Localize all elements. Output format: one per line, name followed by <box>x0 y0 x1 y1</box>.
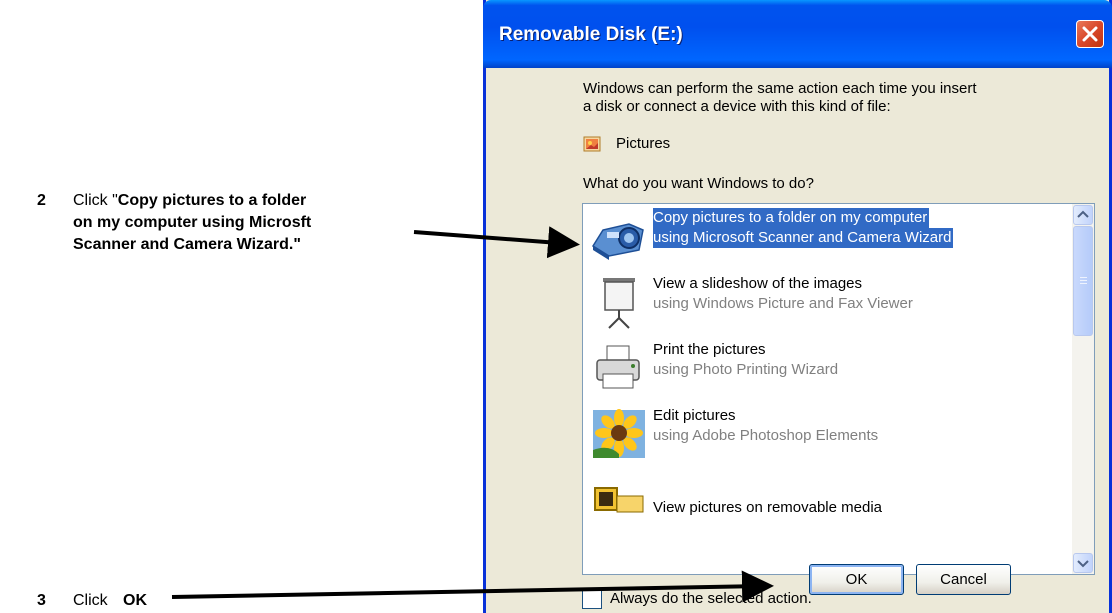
item-subtitle: using Microsoft Scanner and Camera Wizar… <box>653 228 954 248</box>
item-title: View pictures on removable media <box>653 499 883 516</box>
item-subtitle: using Photo Printing Wizard <box>653 361 839 378</box>
title-bar[interactable]: Removable Disk (E:) <box>483 0 1112 68</box>
always-do-checkbox[interactable] <box>582 589 602 609</box>
list-item-copy-pictures[interactable]: Copy pictures to a folder on my computer… <box>583 204 1058 268</box>
file-type-label: Pictures <box>616 135 671 152</box>
camera-wizard-icon <box>591 223 644 260</box>
chevron-up-icon <box>1077 210 1089 218</box>
item-subtitle: using Windows Picture and Fax Viewer <box>653 295 913 312</box>
sunflower-icon <box>593 409 645 458</box>
step-2-bold-line1: Copy pictures to a folder <box>117 192 307 209</box>
list-item-slideshow[interactable]: View a slideshow of the images using Win… <box>583 270 1058 334</box>
grip-line <box>1080 283 1087 284</box>
grip-line <box>1080 277 1087 278</box>
item-title: Print the pictures <box>653 341 766 358</box>
scroll-up-button[interactable] <box>1073 205 1093 225</box>
item-subtitle: using Adobe Photoshop Elements <box>653 427 879 444</box>
item-title: Copy pictures to a folder on my computer <box>653 208 930 228</box>
scroll-down-button[interactable] <box>1073 553 1093 573</box>
scroll-thumb[interactable] <box>1073 226 1093 336</box>
cancel-button[interactable]: Cancel <box>916 564 1011 595</box>
close-icon <box>1082 26 1098 42</box>
action-list[interactable]: Copy pictures to a folder on my computer… <box>582 203 1095 575</box>
step-3-prefix: Click <box>73 592 108 609</box>
pictures-icon <box>583 136 601 152</box>
step-2-number: 2 <box>37 192 46 209</box>
step-2-text: Click "Copy pictures to a folder <box>73 191 306 211</box>
list-item-print[interactable]: Print the pictures using Photo Printing … <box>583 336 1058 400</box>
intro-line-2: a disk or connect a device with this kin… <box>583 98 891 115</box>
intro-text: Windows can perform the same action each… <box>583 80 1083 116</box>
list-item-edit-pictures[interactable]: Edit pictures using Adobe Photoshop Elem… <box>583 402 1058 466</box>
dialog-content: Windows can perform the same action each… <box>486 68 1109 613</box>
step-2-prefix: Click " <box>73 192 118 209</box>
removable-disk-dialog: Removable Disk (E:) Windows can perform … <box>483 0 1112 613</box>
step-3-number: 3 <box>37 592 46 609</box>
item-title: Edit pictures <box>653 407 736 424</box>
chevron-down-icon <box>1077 560 1089 568</box>
close-button[interactable] <box>1076 20 1104 48</box>
item-title: View a slideshow of the images <box>653 275 863 292</box>
dialog-title: Removable Disk (E:) <box>499 24 683 45</box>
step-2-bold-line2: on my computer using Microsft <box>73 214 312 231</box>
grip-line <box>1080 280 1087 281</box>
list-scrollbar[interactable] <box>1072 204 1094 574</box>
list-item-view-removable[interactable]: View pictures on removable media <box>583 468 1058 532</box>
step-2-bold-line3: Scanner and Camera Wizard." <box>73 236 301 253</box>
step-3-bold: OK <box>123 592 147 609</box>
always-do-label[interactable]: Always do the selected action. <box>610 590 812 607</box>
picture-folder-icon <box>594 487 644 513</box>
intro-line-1: Windows can perform the same action each… <box>583 80 977 97</box>
projector-screen-icon <box>603 278 635 329</box>
action-question: What do you want Windows to do? <box>583 175 814 192</box>
ok-button[interactable]: OK <box>809 564 904 595</box>
printer-icon <box>596 345 640 389</box>
